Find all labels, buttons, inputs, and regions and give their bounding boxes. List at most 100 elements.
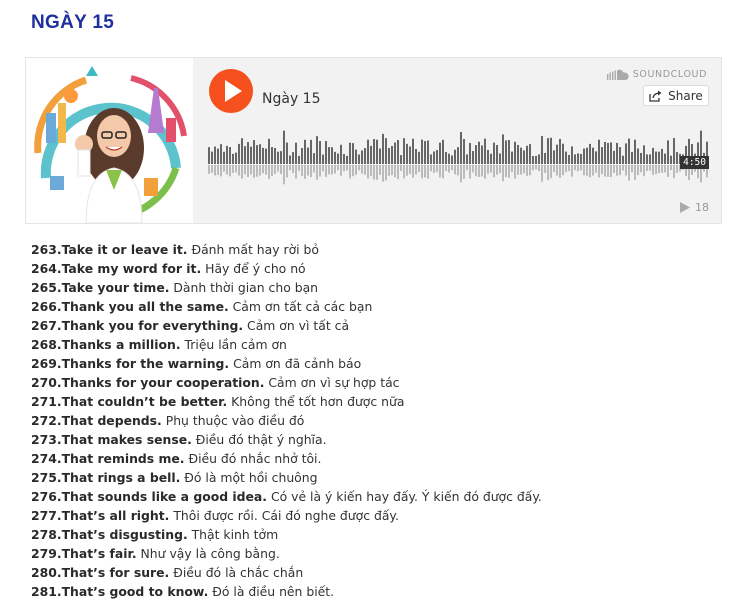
waveform-bar-reflection bbox=[592, 165, 594, 176]
track-duration: 4:50 bbox=[680, 156, 709, 169]
waveform-bar bbox=[379, 148, 381, 164]
waveform-bar bbox=[409, 146, 411, 164]
waveform-bar-reflection bbox=[379, 165, 381, 175]
waveform-bar bbox=[421, 139, 423, 164]
phrase-item: 276.That sounds like a good idea. Có vẻ … bbox=[31, 487, 542, 506]
waveform-bar-reflection bbox=[586, 165, 588, 176]
waveform-bar-reflection bbox=[388, 165, 390, 176]
waveform-bar bbox=[541, 135, 543, 164]
waveform-bar bbox=[310, 139, 312, 164]
phrase-item: 271.That couldn’t be better. Không thể t… bbox=[31, 392, 542, 411]
waveform-bar-reflection bbox=[214, 165, 216, 176]
soundcloud-logo[interactable]: SOUNDCLOUD bbox=[606, 69, 707, 80]
waveform-bar bbox=[442, 139, 444, 164]
waveform-bar-reflection bbox=[517, 165, 519, 175]
waveform-bar bbox=[562, 143, 564, 164]
waveform-bar bbox=[469, 142, 471, 164]
waveform-bar bbox=[250, 146, 252, 164]
waveform-bar bbox=[559, 138, 561, 164]
waveform-bar bbox=[241, 138, 243, 164]
phrase-vietnamese: Có vẻ là ý kiến hay đấy. Ý kiến đó được … bbox=[270, 489, 542, 504]
waveform-bar-reflection bbox=[676, 165, 678, 173]
waveform-bar-reflection bbox=[604, 165, 606, 177]
waveform-bar bbox=[646, 154, 648, 164]
waveform-bar-reflection bbox=[607, 165, 609, 177]
phrase-english: 279.That’s fair. bbox=[31, 546, 137, 561]
waveform-bar-reflection bbox=[619, 165, 621, 176]
phrase-vietnamese: Cảm ơn vì tất cả bbox=[247, 318, 350, 333]
phrase-vietnamese: Điều đó thật ý nghĩa. bbox=[195, 432, 327, 447]
waveform-bar bbox=[247, 142, 249, 164]
waveform-bar bbox=[448, 153, 450, 164]
waveform-bar bbox=[394, 142, 396, 164]
track-artwork[interactable] bbox=[26, 58, 193, 224]
waveform-bar bbox=[340, 144, 342, 164]
phrase-item: 279.That’s fair. Như vậy là công bằng. bbox=[31, 544, 542, 563]
waveform-bar bbox=[271, 147, 273, 164]
phrase-english: 275.That rings a bell. bbox=[31, 470, 181, 485]
waveform-bar-reflection bbox=[589, 165, 591, 178]
waveform-bar bbox=[385, 138, 387, 164]
phrase-english: 270.Thanks for your cooperation. bbox=[31, 375, 265, 390]
waveform-bar bbox=[628, 138, 630, 164]
phrase-vietnamese: Đó là một hồi chuông bbox=[184, 470, 318, 485]
waveform-bar-reflection bbox=[445, 165, 447, 172]
waveform-bar bbox=[661, 148, 663, 164]
waveform[interactable] bbox=[208, 126, 711, 186]
waveform-bar-reflection bbox=[523, 165, 525, 174]
waveform-bar bbox=[235, 152, 237, 164]
waveform-bar-reflection bbox=[493, 165, 495, 178]
phrase-english: 281.That’s good to know. bbox=[31, 584, 209, 599]
waveform-bar bbox=[652, 147, 654, 164]
phrase-vietnamese: Thật kinh tởm bbox=[191, 527, 279, 542]
phrase-list: 263.Take it or leave it. Đánh mất hay rờ… bbox=[31, 240, 542, 601]
waveform-bar-reflection bbox=[496, 165, 498, 175]
waveform-bar-reflection bbox=[670, 165, 672, 171]
waveform-bar bbox=[472, 151, 474, 164]
waveform-bar bbox=[640, 152, 642, 164]
waveform-bar-reflection bbox=[274, 165, 276, 174]
waveform-bar-reflection bbox=[394, 165, 396, 178]
waveform-bar bbox=[478, 141, 480, 164]
waveform-bar-reflection bbox=[631, 165, 633, 173]
waveform-bar bbox=[268, 138, 270, 164]
waveform-bar bbox=[400, 155, 402, 164]
waveform-bar bbox=[571, 146, 573, 164]
waveform-bar bbox=[613, 150, 615, 164]
waveform-bar bbox=[364, 148, 366, 164]
waveform-bar-reflection bbox=[460, 165, 462, 183]
waveform-bar bbox=[334, 151, 336, 164]
waveform-bar bbox=[331, 147, 333, 164]
phrase-item: 269.Thanks for the warning. Cảm ơn đã cả… bbox=[31, 354, 542, 373]
waveform-bar-reflection bbox=[412, 165, 414, 178]
track-title[interactable]: Ngày 15 bbox=[262, 91, 321, 107]
waveform-bar-reflection bbox=[538, 165, 540, 172]
waveform-bar bbox=[520, 147, 522, 164]
waveform-bar bbox=[397, 140, 399, 164]
waveform-bar-reflection bbox=[244, 165, 246, 175]
waveform-bar bbox=[577, 153, 579, 164]
waveform-bar-reflection bbox=[406, 165, 408, 176]
waveform-bar-reflection bbox=[283, 165, 285, 185]
waveform-bar bbox=[301, 148, 303, 164]
phrase-vietnamese: Cảm ơn vì sự hợp tác bbox=[268, 375, 400, 390]
waveform-bar-reflection bbox=[535, 165, 537, 170]
waveform-bar-reflection bbox=[418, 165, 420, 173]
waveform-bar bbox=[532, 155, 534, 164]
waveform-bar bbox=[298, 155, 300, 164]
play-button[interactable] bbox=[209, 69, 253, 113]
waveform-bar bbox=[490, 153, 492, 164]
waveform-bar-reflection bbox=[313, 165, 315, 173]
phrase-vietnamese: Phụ thuộc vào điều đó bbox=[165, 413, 305, 428]
phrase-english: 276.That sounds like a good idea. bbox=[31, 489, 267, 504]
waveform-bar-reflection bbox=[661, 165, 663, 173]
waveform-bar-reflection bbox=[292, 165, 294, 173]
phrase-vietnamese: Điều đó là chắc chắn bbox=[173, 565, 304, 580]
waveform-bar-reflection bbox=[385, 165, 387, 181]
waveform-bar-reflection bbox=[571, 165, 573, 177]
waveform-bar bbox=[550, 137, 552, 164]
waveform-bar bbox=[424, 141, 426, 164]
waveform-bar bbox=[289, 155, 291, 164]
waveform-bar-reflection bbox=[298, 165, 300, 171]
share-button[interactable]: Share bbox=[643, 85, 709, 106]
